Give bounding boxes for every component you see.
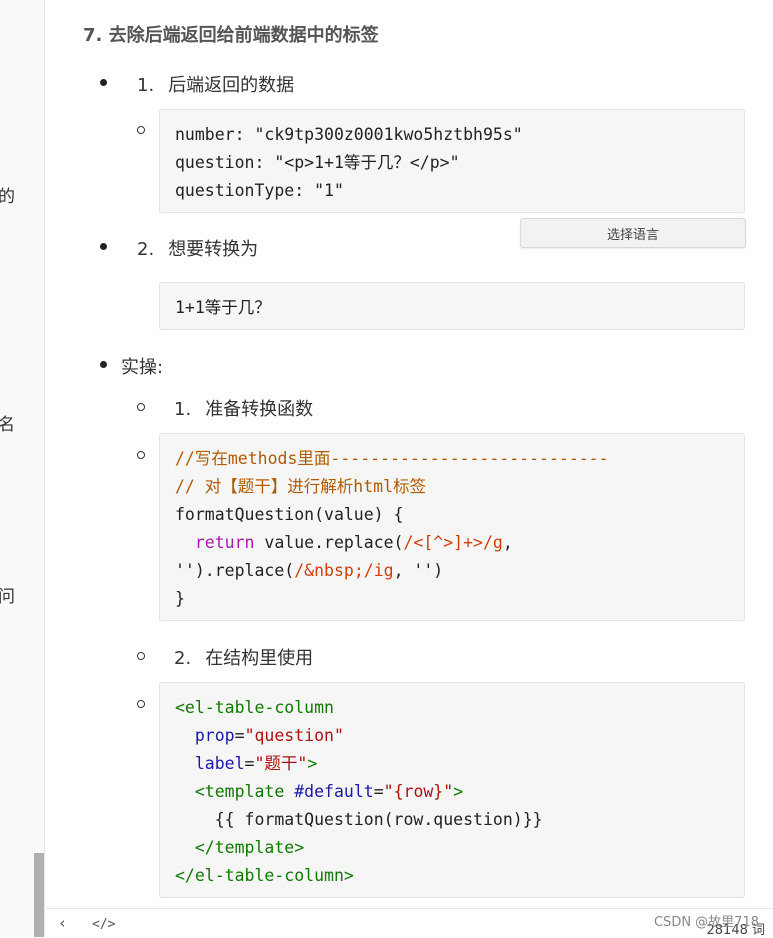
list-label: 在结构里使用 <box>205 648 314 669</box>
sub-bullet-circle <box>137 451 145 459</box>
sub-bullet-circle <box>137 403 145 411</box>
bullet-dot <box>100 243 107 250</box>
sub-bullet-circle <box>137 126 145 134</box>
sub-bullet-circle <box>137 700 145 708</box>
code-text: 1+1等于几？ <box>175 298 271 317</box>
left-text-fragment: 名 <box>0 410 15 435</box>
left-text-fragment: 问 <box>0 582 15 607</box>
code-text: //写在methods里面---------------------------… <box>175 449 609 608</box>
list-label: 准备转换函数 <box>205 399 314 420</box>
section-heading: 7. 去除后端返回给前端数据中的标签 <box>83 25 379 46</box>
bullet-dot <box>100 361 107 368</box>
bullet-dot <box>100 79 107 86</box>
list-item: 实操: <box>121 357 164 378</box>
list-label: 后端返回的数据 <box>168 75 295 96</box>
article-content: 7. 去除后端返回给前端数据中的标签 1. 后端返回的数据 number: "ck… <box>46 0 773 908</box>
list-item: 2. 想要转换为 <box>137 235 258 261</box>
select-language-button[interactable]: 选择语言 <box>520 218 746 248</box>
code-block: 1+1等于几？ <box>159 282 745 330</box>
list-label: 想要转换为 <box>168 239 259 260</box>
left-scrollbar[interactable] <box>34 853 44 937</box>
list-item: 1. 后端返回的数据 <box>137 71 294 97</box>
list-number: 2. <box>174 648 192 669</box>
list-number: 2. <box>137 239 155 260</box>
list-item: 2. 在结构里使用 <box>174 644 313 670</box>
watermark: CSDN @故里718 <box>653 915 759 930</box>
code-text: number: "ck9tp300z0001kwo5hztbh95s" ques… <box>175 125 523 200</box>
code-block: <el-table-column prop="question" label="… <box>159 682 745 898</box>
chevron-left-icon[interactable]: ‹ <box>58 914 67 932</box>
code-block: number: "ck9tp300z0001kwo5hztbh95s" ques… <box>159 109 745 213</box>
left-text-fragment: 的 <box>0 182 15 207</box>
list-number: 1. <box>137 75 155 96</box>
code-icon[interactable]: </> <box>92 917 115 932</box>
left-panel: 的 名 问 <box>0 0 45 937</box>
code-block: //写在methods里面---------------------------… <box>159 433 745 621</box>
sub-bullet-circle <box>137 652 145 660</box>
code-text: <el-table-column prop="question" label="… <box>175 698 543 885</box>
list-number: 1. <box>174 399 192 420</box>
list-item: 1. 准备转换函数 <box>174 395 313 421</box>
